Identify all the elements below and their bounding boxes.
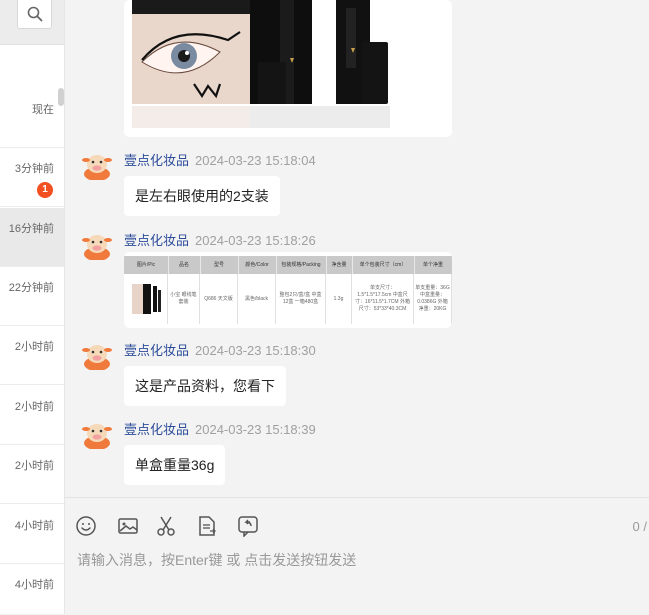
smiley-icon	[76, 516, 96, 536]
conversation-time: 现在	[32, 104, 54, 116]
conversation-time: 2小时前	[14, 460, 54, 472]
conversation-item[interactable]: 4小时前	[0, 564, 64, 614]
conversation-item[interactable]: 2小时前	[0, 326, 64, 385]
emoji-button[interactable]	[75, 515, 97, 537]
message-meta: 壹点化妆品 2024-03-23 15:18:39	[124, 419, 316, 438]
document-icon	[199, 516, 216, 536]
product-thumbnail	[131, 284, 161, 314]
conversation-time: 3分钟前	[14, 163, 54, 175]
product-spec-table: 图片/Pic 品名 型号 颜色/Color 包装规格/Packing 净含量 单…	[124, 252, 452, 324]
table-header-cell: 型号	[200, 256, 239, 274]
chat-history: 壹点化妆品 2024-03-23 15:18:04 是左右眼使用的2支装 壹点化妆…	[65, 0, 649, 497]
message-timestamp: 2024-03-23 15:18:39	[195, 422, 316, 437]
table-cell: 单支重量：36G 中盒重量：0.0386G 外箱净重：20KG	[414, 274, 452, 324]
table-cell: 1.3g	[326, 274, 352, 324]
table-cell: 单支尺寸：1.5*1.5*17.5cm 中盒尺寸：16*11.5*1.7CM 外…	[352, 274, 414, 324]
message-bubble: 这是产品资料，您看下	[124, 366, 286, 406]
table-header-cell: 品名	[168, 256, 201, 274]
table-header-cell: 包装规格/Packing	[276, 256, 327, 274]
conversation-time: 4小时前	[14, 520, 54, 532]
cow-avatar-icon	[82, 235, 112, 260]
table-header-cell: 图片/Pic	[124, 256, 169, 274]
conversation-time: 4小时前	[14, 579, 54, 591]
table-header-cell: 净含量	[326, 256, 353, 274]
message-bubble: 是左右眼使用的2支装	[124, 176, 280, 216]
conversation-item[interactable]: 3分钟前 1	[0, 148, 64, 207]
product-table-image[interactable]: 图片/Pic 品名 型号 颜色/Color 包装规格/Packing 净含量 单…	[124, 252, 452, 328]
search-icon	[27, 6, 42, 22]
recall-icon	[238, 516, 258, 537]
conversation-time: 2小时前	[14, 401, 54, 413]
conversation-item-active[interactable]: 16分钟前	[0, 208, 64, 267]
image-icon	[118, 518, 138, 534]
conversation-time: 16分钟前	[8, 223, 54, 235]
message-timestamp: 2024-03-23 15:18:04	[195, 153, 316, 168]
message-timestamp: 2024-03-23 15:18:30	[195, 343, 316, 358]
sender-name[interactable]: 壹点化妆品	[124, 343, 189, 358]
cow-avatar-icon	[82, 424, 112, 449]
conversation-time: 22分钟前	[8, 282, 54, 294]
sender-name[interactable]: 壹点化妆品	[124, 233, 189, 248]
conversation-time: 2小时前	[14, 341, 54, 353]
cow-avatar-icon	[82, 345, 112, 370]
eyeliner-product-photo	[124, 0, 452, 137]
table-header-cell: 单个净重	[414, 256, 452, 274]
message-bubble: 单盒重量36g	[124, 445, 226, 485]
conversation-item[interactable]: 4小时前	[0, 505, 64, 564]
document-button[interactable]	[196, 515, 218, 537]
table-cell: Q686 天文版	[200, 274, 238, 324]
conversation-item[interactable]: 2小时前	[0, 445, 64, 504]
image-button[interactable]	[117, 515, 139, 537]
unread-badge: 1	[37, 182, 53, 198]
table-cell: 整包2只/盒/盒 中盒12盒 一箱480盒	[276, 274, 326, 324]
list-scrollbar[interactable]	[58, 88, 64, 106]
product-photo-message[interactable]	[124, 0, 452, 137]
message-meta: 壹点化妆品 2024-03-23 15:18:04	[124, 150, 316, 169]
message-timestamp: 2024-03-23 15:18:26	[195, 233, 316, 248]
character-counter: 0 /	[632, 519, 647, 534]
table-cell: 黑色/black	[238, 274, 276, 324]
conversation-list: 现在 3分钟前 1 16分钟前 22分钟前 2小时前 2小时前 2小时前 4小时…	[0, 0, 65, 614]
search-bar	[0, 0, 64, 45]
cow-avatar-icon	[82, 155, 112, 180]
cut-button[interactable]	[155, 515, 177, 537]
table-cell-pic	[124, 274, 168, 324]
scissors-icon	[157, 516, 175, 536]
message-meta: 壹点化妆品 2024-03-23 15:18:30	[124, 340, 316, 359]
table-header-cell: 单个包装尺寸（cm）	[352, 256, 415, 274]
sender-name[interactable]: 壹点化妆品	[124, 422, 189, 437]
recall-button[interactable]	[237, 515, 259, 537]
table-header-cell: 颜色/Color	[238, 256, 277, 274]
table-cell: 小宝 眼线笔 套装	[168, 274, 200, 324]
conversation-item[interactable]: 2小时前	[0, 386, 64, 445]
message-composer: 0 /	[65, 497, 649, 615]
sender-name[interactable]: 壹点化妆品	[124, 153, 189, 168]
message-input[interactable]	[77, 548, 637, 572]
search-button[interactable]	[17, 0, 52, 29]
conversation-item[interactable]: 现在	[0, 89, 64, 148]
conversation-item[interactable]: 22分钟前	[0, 267, 64, 326]
message-meta: 壹点化妆品 2024-03-23 15:18:26	[124, 230, 316, 249]
